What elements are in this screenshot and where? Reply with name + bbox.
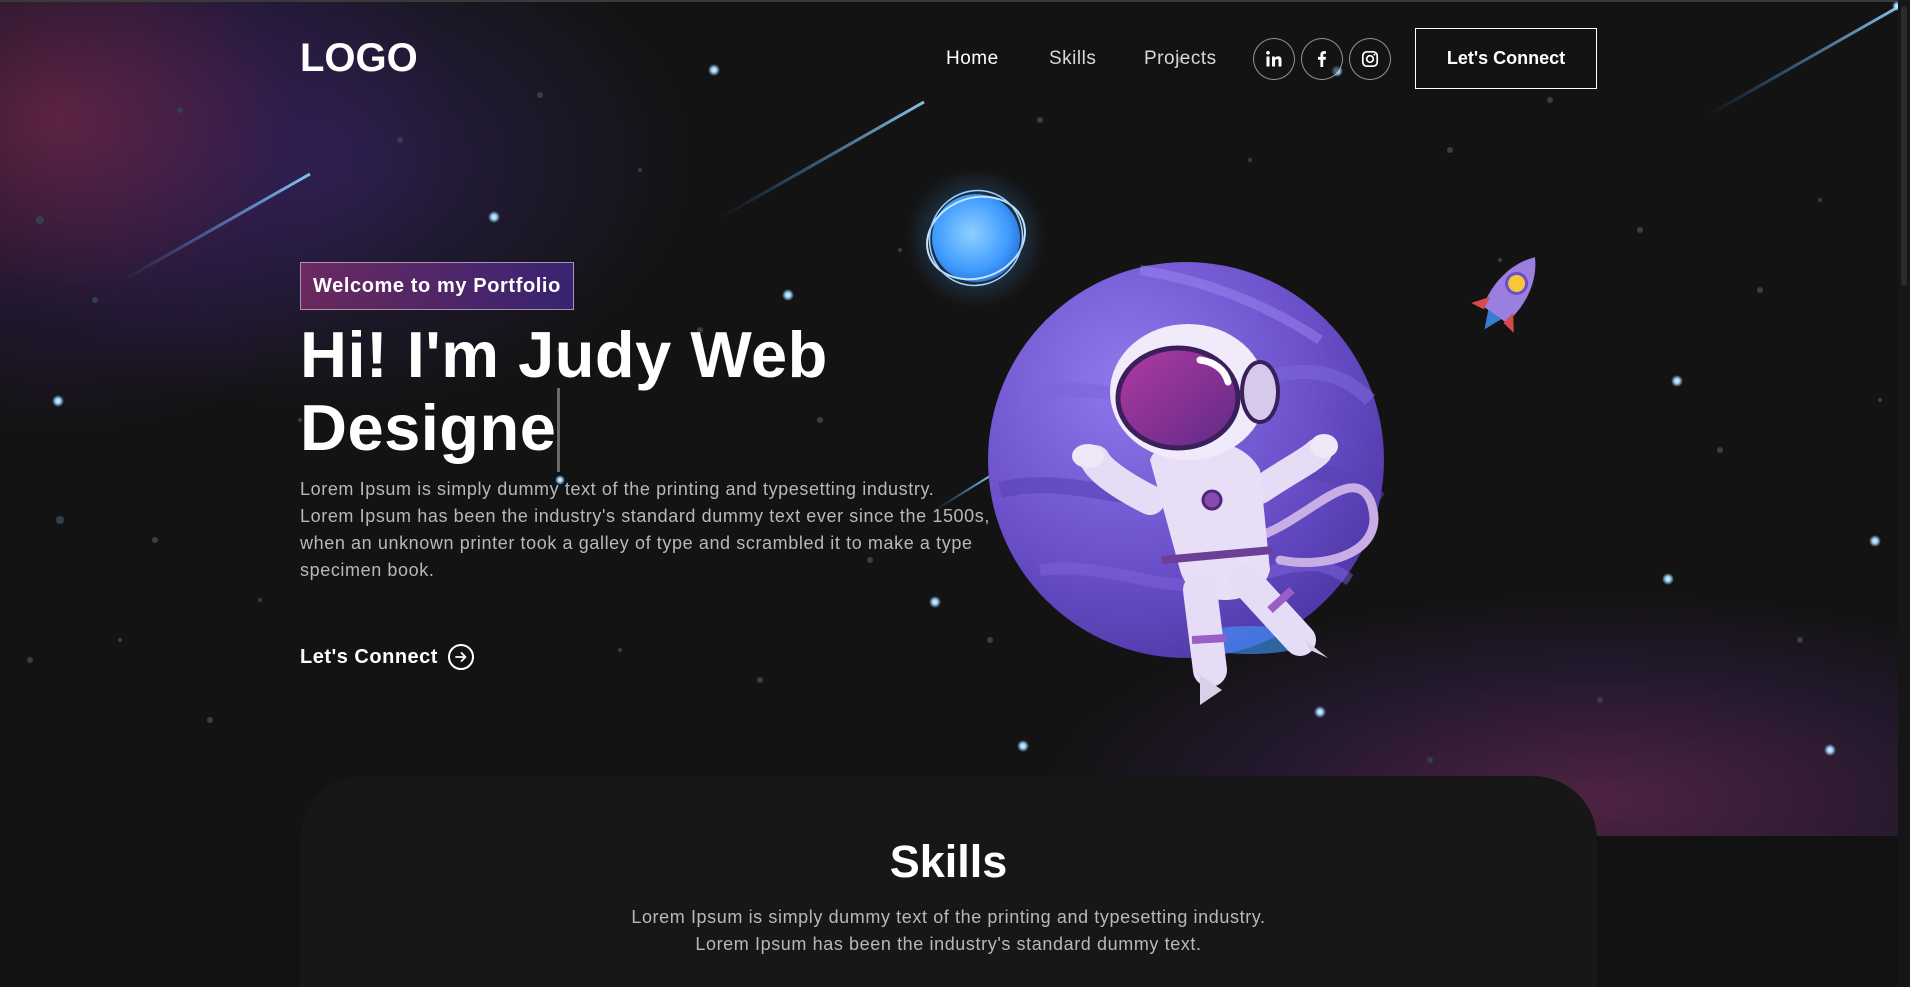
blue-orb xyxy=(906,170,1046,308)
hero-title-line2: Designe xyxy=(300,391,557,464)
facebook-button[interactable] xyxy=(1301,38,1343,80)
nav-link-home[interactable]: Home xyxy=(946,48,999,70)
nav-link-skills[interactable]: Skills xyxy=(1049,48,1096,70)
lets-connect-hero-button[interactable]: Let's Connect xyxy=(300,644,474,670)
skills-title: Skills xyxy=(889,836,1008,887)
welcome-tagline: Welcome to my Portfolio xyxy=(300,262,574,310)
astronaut-planet-illustration xyxy=(906,170,1536,705)
vertical-scrollbar[interactable] xyxy=(1898,0,1910,987)
skills-description-line1: Lorem Ipsum is simply dummy text of the … xyxy=(631,907,1266,927)
lets-connect-nav-button[interactable]: Let's Connect xyxy=(1415,28,1597,89)
skills-description: Lorem Ipsum is simply dummy text of the … xyxy=(300,904,1597,958)
hero-cta-label: Let's Connect xyxy=(300,645,438,668)
skills-section: Skills Lorem Ipsum is simply dummy text … xyxy=(300,776,1597,987)
hero-description: Lorem Ipsum is simply dummy text of the … xyxy=(300,479,990,580)
nav-link-projects[interactable]: Projects xyxy=(1144,48,1217,70)
typing-cursor xyxy=(557,388,561,472)
instagram-button[interactable] xyxy=(1349,38,1391,80)
instagram-icon xyxy=(1361,50,1379,68)
arrow-right-circle-icon xyxy=(447,644,474,670)
linkedin-icon xyxy=(1266,51,1282,67)
hero-title-line1: Hi! I'm Judy Web xyxy=(300,318,828,391)
site-logo[interactable]: LOGO xyxy=(300,36,418,81)
hero-title: Hi! I'm Judy Web Designe xyxy=(300,322,1000,472)
linkedin-button[interactable] xyxy=(1253,38,1295,80)
rocket xyxy=(1471,257,1536,333)
facebook-icon xyxy=(1318,51,1326,67)
scrollbar-thumb[interactable] xyxy=(1901,6,1907,286)
skills-description-line2: Lorem Ipsum has been the industry's stan… xyxy=(695,934,1202,954)
